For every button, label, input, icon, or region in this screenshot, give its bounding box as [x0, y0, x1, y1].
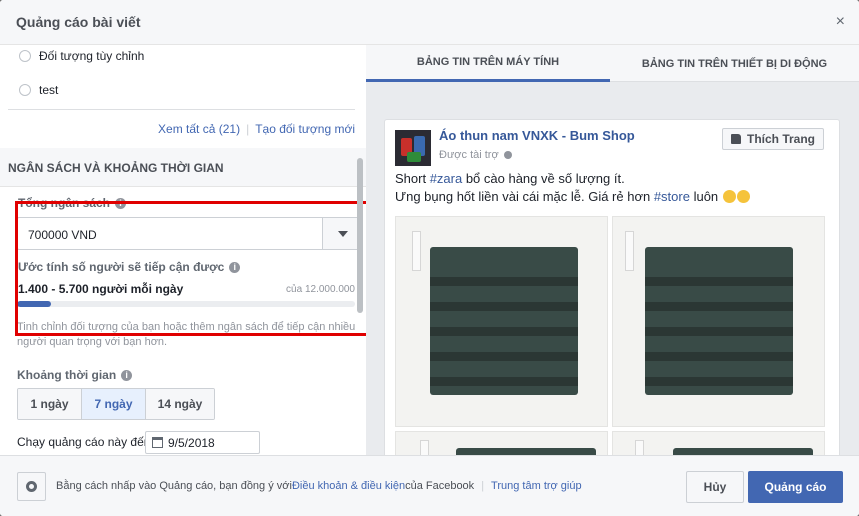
hashtag-link[interactable]: #zara [430, 171, 463, 186]
divider [8, 109, 355, 110]
post-photo[interactable] [395, 216, 608, 427]
post-preview: Áo thun nam VNXK - Bum Shop Được tài trợ… [384, 119, 840, 455]
info-icon[interactable]: i [115, 197, 127, 209]
post-text-line-1: Short #zara bổ cào hàng về số lượng ít. [395, 171, 625, 186]
page-avatar[interactable] [395, 130, 431, 166]
info-icon[interactable]: i [229, 261, 241, 273]
duration-label-text: Khoảng thời gian [17, 368, 117, 382]
tab-mobile-feed[interactable]: BẢNG TIN TRÊN THIẾT BỊ DI ĐỘNG [610, 45, 859, 82]
tab-desktop-feed[interactable]: BẢNG TIN TRÊN MÁY TÍNH [366, 45, 610, 82]
dialog-title: Quảng cáo bài viết [16, 14, 141, 30]
cancel-button[interactable]: Hủy [686, 471, 744, 503]
close-icon[interactable]: × [836, 13, 845, 31]
smile-emoji-icon [736, 190, 750, 203]
separator: | [246, 122, 250, 136]
settings-button[interactable] [17, 472, 46, 501]
audience-option-test[interactable]: test [19, 81, 58, 99]
end-date-value: 9/5/2018 [168, 435, 215, 450]
reach-label-text: Ước tính số người sẽ tiếp cận được [18, 260, 225, 274]
audience-links: Xem tất cả (21) | Tạo đối tượng mới [158, 122, 355, 136]
duration-7-days-button[interactable]: 7 ngày [82, 389, 146, 419]
dialog-footer: Bằng cách nhấp vào Quảng cáo, bạn đồng ý… [0, 455, 859, 516]
scrollbar[interactable] [357, 158, 363, 313]
chevron-down-icon[interactable] [322, 218, 361, 249]
like-page-button[interactable]: Thích Trang [721, 128, 824, 150]
duration-label: Khoảng thời gian i [17, 368, 133, 382]
globe-icon [503, 151, 512, 159]
info-icon[interactable]: i [121, 369, 133, 381]
create-audience-link[interactable]: Tạo đối tượng mới [255, 122, 355, 136]
post-text: Short #zara bổ cào hàng về số lượng ít. … [395, 170, 750, 206]
settings-panel: Đối tượng tùy chỉnh test Xem tất cả (21)… [0, 45, 366, 455]
preview-panel: BẢNG TIN TRÊN MÁY TÍNH BẢNG TIN TRÊN THI… [366, 45, 859, 455]
duration-selector: 1 ngày 7 ngày 14 ngày [17, 388, 215, 420]
budget-value: 700000 VND [28, 228, 97, 242]
promote-button[interactable]: Quảng cáo [748, 471, 843, 503]
run-until-label: Chạy quảng cáo này đến [17, 435, 151, 449]
like-page-label: Thích Trang [746, 132, 815, 146]
post-text-line-2: Ưng bụng hốt liền vài cái mặc lễ. Giá rẻ… [395, 188, 750, 206]
post-photo[interactable] [612, 431, 825, 455]
budget-section-header: NGÂN SÁCH VÀ KHOẢNG THỜI GIAN [0, 148, 366, 187]
see-all-audiences-link[interactable]: Xem tất cả (21) [158, 122, 240, 136]
audience-option-label: Đối tượng tùy chỉnh [39, 49, 145, 63]
sponsored-label: Được tài trợ [439, 149, 512, 161]
end-date-input[interactable]: 9/5/2018 [145, 431, 260, 454]
hashtag-link[interactable]: #store [654, 189, 690, 204]
total-budget-text: Tổng ngân sách [18, 196, 111, 210]
section-title: NGÂN SÁCH VÀ KHOẢNG THỜI GIAN [8, 161, 224, 175]
page-name-link[interactable]: Áo thun nam VNXK - Bum Shop [439, 128, 635, 143]
reach-progress-bar [17, 301, 355, 307]
radio-button[interactable] [19, 84, 31, 96]
audience-option-custom[interactable]: Đối tượng tùy chỉnh [19, 47, 144, 65]
promote-post-dialog: Quảng cáo bài viết × Đối tượng tùy chỉnh… [0, 0, 859, 516]
post-photo[interactable] [612, 216, 825, 427]
reach-total: của 12.000.000 [286, 284, 355, 295]
sponsored-text: Được tài trợ [439, 149, 499, 161]
audience-option-label: test [39, 83, 59, 97]
duration-1-day-button[interactable]: 1 ngày [18, 389, 82, 419]
post-photo[interactable] [395, 431, 608, 455]
reach-label: Ước tính số người sẽ tiếp cận được i [18, 260, 241, 274]
calendar-icon [152, 437, 163, 448]
gear-icon [26, 481, 37, 492]
smile-emoji-icon [722, 190, 736, 203]
dialog-header: Quảng cáo bài viết × [0, 0, 859, 45]
terms-link[interactable]: Điều khoản & điều kiện [292, 480, 405, 492]
reach-note: Tinh chỉnh đối tượng của bạn hoặc thêm n… [17, 321, 356, 348]
reach-progress-fill [17, 301, 51, 307]
radio-button[interactable] [19, 50, 31, 62]
preview-tabs: BẢNG TIN TRÊN MÁY TÍNH BẢNG TIN TRÊN THI… [366, 45, 859, 82]
total-budget-label: Tổng ngân sách i [18, 196, 127, 210]
thumbs-up-icon [730, 134, 741, 144]
budget-select[interactable]: 700000 VND [17, 217, 362, 250]
duration-14-days-button[interactable]: 14 ngày [146, 389, 214, 419]
terms-text: Bằng cách nhấp vào Quảng cáo, bạn đồng ý… [56, 480, 582, 492]
reach-range: 1.400 - 5.700 người mỗi ngày [18, 282, 184, 296]
help-center-link[interactable]: Trung tâm trợ giúp [491, 480, 582, 492]
separator: | [481, 480, 485, 492]
